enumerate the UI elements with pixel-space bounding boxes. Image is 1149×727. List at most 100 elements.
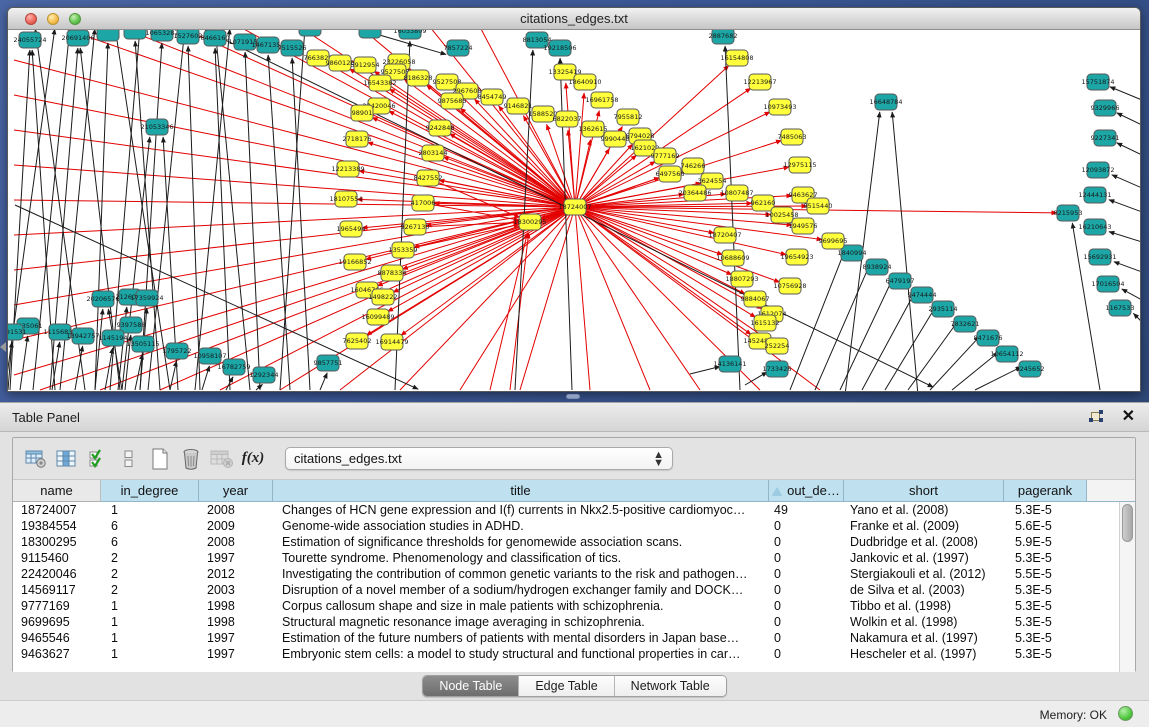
- table-cell[interactable]: Yano et al. (2008): [844, 502, 1004, 518]
- table-cell[interactable]: 0: [769, 582, 844, 598]
- table-cell[interactable]: 0: [769, 566, 844, 582]
- table-cell[interactable]: Franke et al. (2009): [844, 518, 1004, 534]
- column-header-in_degree[interactable]: in_degree: [101, 480, 199, 502]
- column-header-short[interactable]: short: [844, 480, 1004, 502]
- table-cell[interactable]: 18300295: [13, 534, 101, 550]
- table-cell[interactable]: 9777169: [13, 598, 101, 614]
- table-cell[interactable]: 6: [101, 534, 199, 550]
- table-cell[interactable]: Changes of HCN gene expression and I(f) …: [273, 502, 769, 518]
- table-cell[interactable]: Jankovic et al. (1997): [844, 550, 1004, 566]
- table-cell[interactable]: 1: [101, 502, 199, 518]
- table-cell[interactable]: 0: [769, 598, 844, 614]
- table-cell[interactable]: Embryonic stem cells: a model to study s…: [273, 646, 769, 662]
- table-cell[interactable]: 5.3E-5: [1004, 646, 1087, 662]
- table-vertical-scrollbar[interactable]: [1119, 502, 1135, 672]
- table-cell[interactable]: 5.3E-5: [1004, 502, 1087, 518]
- memory-status-icon[interactable]: [1118, 706, 1133, 721]
- table-cell[interactable]: 9463627: [13, 646, 101, 662]
- table-cell[interactable]: 2: [101, 582, 199, 598]
- table-cell[interactable]: 2: [101, 550, 199, 566]
- table-cell[interactable]: 5.6E-5: [1004, 518, 1087, 534]
- table-cell[interactable]: Corpus callosum shape and size in male p…: [273, 598, 769, 614]
- table-cell[interactable]: 5.5E-5: [1004, 566, 1087, 582]
- table-cell[interactable]: Estimation of significance thresholds fo…: [273, 534, 769, 550]
- table-cell[interactable]: 49: [769, 502, 844, 518]
- table-cell[interactable]: Estimation of the future numbers of pati…: [273, 630, 769, 646]
- table-cell[interactable]: 5.3E-5: [1004, 582, 1087, 598]
- table-cell[interactable]: 18724007: [13, 502, 101, 518]
- table-options-icon[interactable]: [23, 445, 49, 473]
- table-cell[interactable]: 2009: [199, 518, 273, 534]
- scrollbar-thumb[interactable]: [1122, 504, 1133, 542]
- table-cell[interactable]: 1998: [199, 614, 273, 630]
- table-row[interactable]: 977716911998Corpus callosum shape and si…: [13, 598, 1119, 614]
- table-cell[interactable]: 1998: [199, 598, 273, 614]
- table-cell[interactable]: 0: [769, 630, 844, 646]
- column-header-name[interactable]: name: [13, 480, 101, 502]
- table-row[interactable]: 1938455462009Genome-wide association stu…: [13, 518, 1119, 534]
- tab-node-table[interactable]: Node Table: [423, 676, 519, 696]
- table-row[interactable]: 946554611997Estimation of the future num…: [13, 630, 1119, 646]
- table-cell[interactable]: 0: [769, 614, 844, 630]
- table-cell[interactable]: 1997: [199, 646, 273, 662]
- table-row[interactable]: 946362711997Embryonic stem cells: a mode…: [13, 646, 1119, 662]
- column-header-pagerank[interactable]: pagerank: [1004, 480, 1087, 502]
- create-new-column-icon[interactable]: [147, 445, 173, 473]
- table-selector-dropdown[interactable]: citations_edges.txt ▲▼: [285, 447, 673, 470]
- table-cell[interactable]: 0: [769, 534, 844, 550]
- function-builder-icon[interactable]: f(x): [240, 445, 266, 473]
- delete-column-icon[interactable]: [178, 445, 204, 473]
- table-cell[interactable]: 0: [769, 518, 844, 534]
- splitter-handle[interactable]: [566, 394, 580, 399]
- table-row[interactable]: 969969511998Structural magnetic resonanc…: [13, 614, 1119, 630]
- tab-edge-table[interactable]: Edge Table: [519, 676, 614, 696]
- show-column-icon[interactable]: [54, 445, 80, 473]
- table-row[interactable]: 1456911722003Disruption of a novel membe…: [13, 582, 1119, 598]
- table-cell[interactable]: Stergiakouli et al. (2012): [844, 566, 1004, 582]
- table-cell[interactable]: Structural magnetic resonance image aver…: [273, 614, 769, 630]
- network-view-window[interactable]: citations_edges.txt 24055724206914061065…: [7, 7, 1141, 392]
- table-cell[interactable]: Tourette syndrome. Phenomenology and cla…: [273, 550, 769, 566]
- table-cell[interactable]: Wolkin et al. (1998): [844, 614, 1004, 630]
- table-cell[interactable]: Dudbridge et al. (2008): [844, 534, 1004, 550]
- table-cell[interactable]: 1: [101, 614, 199, 630]
- table-cell[interactable]: 1997: [199, 550, 273, 566]
- table-cell[interactable]: 9465546: [13, 630, 101, 646]
- column-header-year[interactable]: year: [199, 480, 273, 502]
- table-cell[interactable]: Tibbo et al. (1998): [844, 598, 1004, 614]
- table-cell[interactable]: 5.3E-5: [1004, 550, 1087, 566]
- table-cell[interactable]: Nakamura et al. (1997): [844, 630, 1004, 646]
- table-cell[interactable]: 5.3E-5: [1004, 614, 1087, 630]
- column-header-title[interactable]: title: [273, 480, 769, 502]
- table-cell[interactable]: 2003: [199, 582, 273, 598]
- table-cell[interactable]: Investigating the contribution of common…: [273, 566, 769, 582]
- table-cell[interactable]: 19384554: [13, 518, 101, 534]
- column-header-out_de[interactable]: out_de…: [769, 480, 844, 502]
- panel-collapse-arrow-icon[interactable]: [0, 342, 6, 352]
- table-cell[interactable]: 1: [101, 598, 199, 614]
- table-row[interactable]: 911546021997Tourette syndrome. Phenomeno…: [13, 550, 1119, 566]
- table-cell[interactable]: Hescheler et al. (1997): [844, 646, 1004, 662]
- table-cell[interactable]: 1: [101, 630, 199, 646]
- table-cell[interactable]: 1997: [199, 630, 273, 646]
- table-cell[interactable]: 9115460: [13, 550, 101, 566]
- table-cell[interactable]: 9699695: [13, 614, 101, 630]
- table-cell[interactable]: 0: [769, 646, 844, 662]
- table-cell[interactable]: 14569117: [13, 582, 101, 598]
- table-row[interactable]: 1872400712008Changes of HCN gene express…: [13, 502, 1119, 518]
- table-cell[interactable]: Disruption of a novel member of a sodium…: [273, 582, 769, 598]
- graph-node[interactable]: [299, 30, 321, 36]
- table-row[interactable]: 2242004622012Investigating the contribut…: [13, 566, 1119, 582]
- table-cell[interactable]: 2008: [199, 502, 273, 518]
- table-cell[interactable]: 2012: [199, 566, 273, 582]
- table-cell[interactable]: 0: [769, 550, 844, 566]
- table-cell[interactable]: 6: [101, 518, 199, 534]
- unselect-all-columns-icon[interactable]: [116, 445, 142, 473]
- table-cell[interactable]: Genome-wide association studies in ADHD.: [273, 518, 769, 534]
- graph-node[interactable]: [97, 30, 119, 41]
- close-panel-icon[interactable]: ✕: [1122, 407, 1135, 427]
- table-row[interactable]: 1830029562008Estimation of significance …: [13, 534, 1119, 550]
- table-cell[interactable]: 22420046: [13, 566, 101, 582]
- table-cell[interactable]: 2008: [199, 534, 273, 550]
- table-cell[interactable]: 1: [101, 646, 199, 662]
